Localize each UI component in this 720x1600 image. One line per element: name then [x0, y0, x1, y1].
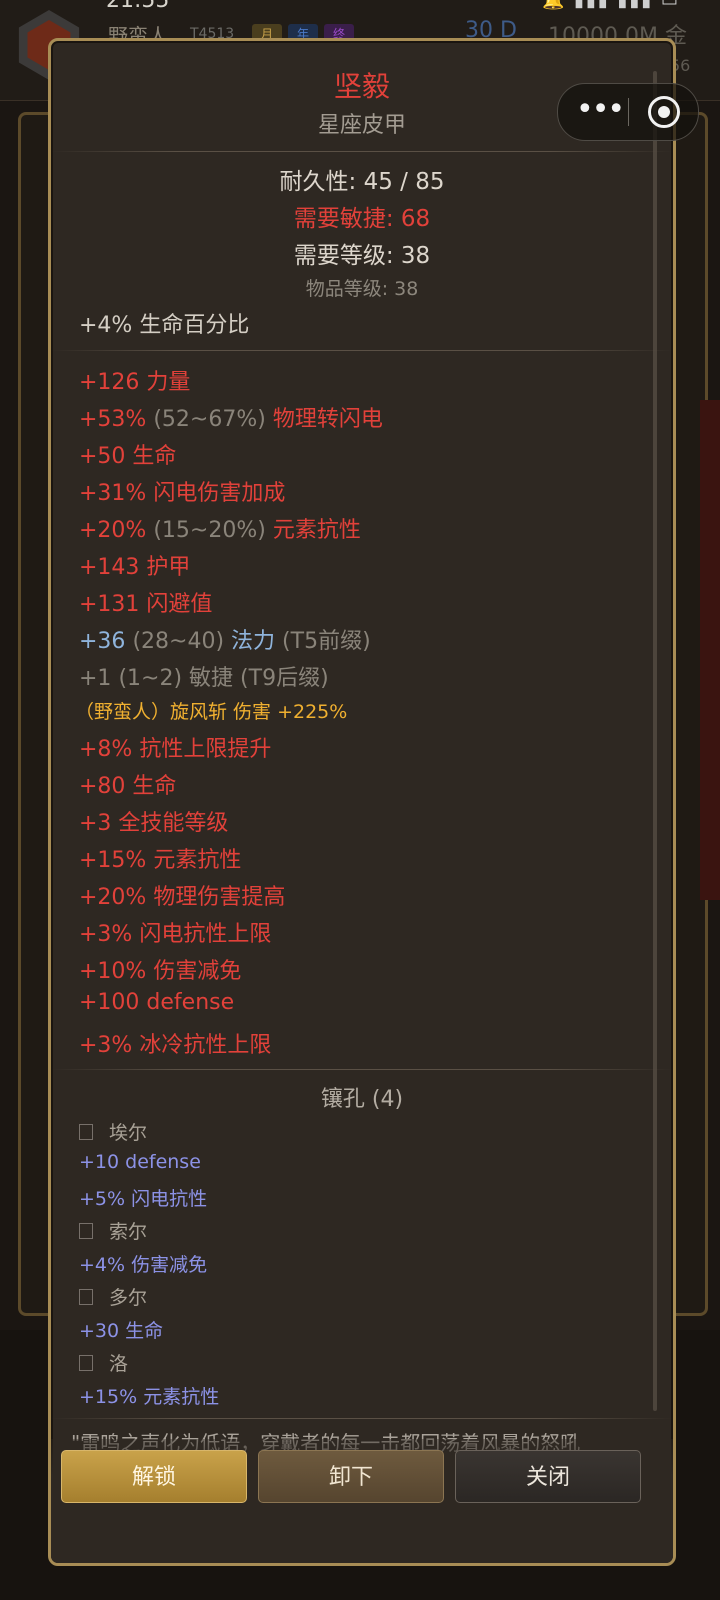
close-target-icon[interactable] — [648, 96, 680, 128]
affix-line: +80 生命 — [79, 774, 177, 799]
affix-line: +100 defense — [79, 990, 235, 1015]
divider — [51, 151, 673, 152]
required-level: 需要等级: 38 — [293, 243, 431, 269]
rune-icon — [79, 1223, 93, 1239]
required-dexterity: 需要敏捷: 68 — [293, 206, 431, 232]
rune-icon — [79, 1289, 93, 1305]
affix-line: +10% 伤害减免 — [79, 959, 242, 984]
socket-mod: +10 defense — [79, 1151, 201, 1173]
divider — [51, 350, 673, 351]
unequip-button[interactable]: 卸下 — [258, 1450, 444, 1503]
affix-line: +131 闪避值 — [79, 592, 213, 617]
affix-line: +36 (28~40) 法力 (T5前缀) — [79, 629, 371, 654]
socket-mod: +4% 伤害减免 — [79, 1254, 208, 1276]
miniprogram-capsule: ••• — [557, 83, 699, 141]
socket-mod: +30 生命 — [79, 1320, 164, 1342]
affix-line: +53% (52~67%) 物理转闪电 — [79, 407, 383, 432]
socket-mod: +15% 元素抗性 — [79, 1386, 220, 1408]
affix-line: +20% (15~20%) 元素抗性 — [79, 518, 361, 543]
rune-icon — [79, 1355, 93, 1371]
item-detail-modal: 坚毅 星座皮甲 耐久性: 45 / 85 需要敏捷: 68 需要等级: 38 物… — [48, 38, 676, 1566]
socket-rune: 索尔 — [79, 1217, 147, 1244]
divider — [51, 1418, 673, 1419]
socket-mod: +5% 闪电抗性 — [79, 1188, 208, 1210]
background-art — [700, 400, 720, 900]
affix-line: +50 生命 — [79, 444, 177, 469]
socket-rune: 埃尔 — [79, 1118, 147, 1145]
capsule-divider — [628, 98, 629, 126]
affix-line: +20% 物理伤害提高 — [79, 885, 286, 910]
affix-line: +3% 冰冷抗性上限 — [79, 1033, 272, 1058]
divider — [51, 1069, 673, 1070]
status-time: 21:55 — [106, 0, 170, 13]
rune-icon — [79, 1124, 93, 1140]
implicit-mod: +4% 生命百分比 — [79, 313, 250, 338]
status-icons: 🔔 ▮▮▮ ▮▮▮ ▭ — [541, 0, 680, 11]
close-button[interactable]: 关闭 — [455, 1450, 641, 1503]
affix-line: +15% 元素抗性 — [79, 848, 242, 873]
affix-line: +143 护甲 — [79, 555, 191, 580]
socket-rune: 洛 — [79, 1349, 128, 1376]
affix-line: +31% 闪电伤害加成 — [79, 481, 286, 506]
skill-affix-line: （野蛮人）旋风斩 伤害 +225% — [75, 701, 348, 723]
affix-line: +3 全技能等级 — [79, 811, 229, 836]
scrollbar[interactable] — [653, 71, 657, 1411]
more-icon[interactable]: ••• — [576, 90, 625, 134]
affix-line: +126 力量 — [79, 370, 191, 395]
sockets-title: 镶孔 (4) — [320, 1087, 404, 1112]
durability: 耐久性: 45 / 85 — [279, 169, 445, 195]
item-level: 物品等级: 38 — [305, 278, 419, 300]
unlock-button[interactable]: 解锁 — [61, 1450, 247, 1503]
affix-line: +3% 闪电抗性上限 — [79, 922, 272, 947]
socket-rune: 多尔 — [79, 1283, 147, 1310]
affix-line: +8% 抗性上限提升 — [79, 737, 272, 762]
affix-line: +1 (1~2) 敏捷 (T9后缀) — [79, 666, 329, 691]
